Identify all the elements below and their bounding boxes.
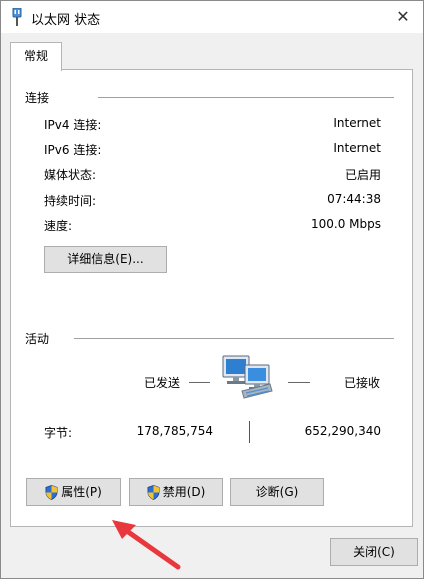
status-window: 以太网 状态 ✕ 常规 连接 IPv4 连接: Internet IPv6 连接…: [0, 0, 424, 579]
properties-button[interactable]: 属性(P): [26, 478, 121, 506]
activity-heading: 活动: [25, 332, 50, 346]
bytes-divider: [249, 421, 250, 443]
media-state-value: 已启用: [344, 168, 381, 182]
ipv6-value: Internet: [333, 141, 381, 155]
connection-heading: 连接: [25, 91, 50, 105]
bytes-received-value: 652,290,340: [304, 424, 381, 438]
network-computers-icon: [222, 355, 273, 399]
duration-label: 持续时间:: [44, 194, 97, 208]
sent-label: 已发送: [144, 376, 181, 390]
activity-divider: [74, 338, 394, 339]
close-button[interactable]: 关闭(C): [330, 538, 418, 566]
connection-divider: [98, 97, 394, 98]
ipv4-label: IPv4 连接:: [44, 118, 102, 132]
duration-value: 07:44:38: [327, 192, 381, 206]
disable-button[interactable]: 禁用(D): [129, 478, 223, 506]
bytes-sent-value: 178,785,754: [136, 424, 213, 438]
title-bar[interactable]: 以太网 状态 ✕: [1, 1, 423, 33]
window-title: 以太网 状态: [31, 13, 101, 28]
uac-shield-icon: [147, 485, 160, 500]
media-state-label: 媒体状态:: [44, 168, 97, 182]
received-line: [288, 382, 310, 383]
bytes-label: 字节:: [44, 426, 73, 440]
uac-shield-icon: [45, 485, 58, 500]
disable-label: 禁用(D): [162, 485, 206, 499]
red-arrow-annotation: [112, 520, 181, 570]
general-panel: [10, 69, 413, 527]
speed-label: 速度:: [44, 219, 73, 233]
speed-value: 100.0 Mbps: [310, 217, 381, 231]
received-label: 已接收: [344, 376, 381, 390]
close-icon[interactable]: ✕: [389, 5, 417, 29]
diagnose-button[interactable]: 诊断(G): [230, 478, 324, 506]
ipv4-value: Internet: [333, 116, 381, 130]
properties-label: 属性(P): [61, 485, 102, 499]
ipv6-label: IPv6 连接:: [44, 143, 102, 157]
tab-general[interactable]: 常规: [10, 42, 62, 71]
details-button[interactable]: 详细信息(E)...: [44, 246, 167, 273]
sent-line: [189, 382, 210, 383]
network-adapter-icon: [12, 8, 22, 26]
